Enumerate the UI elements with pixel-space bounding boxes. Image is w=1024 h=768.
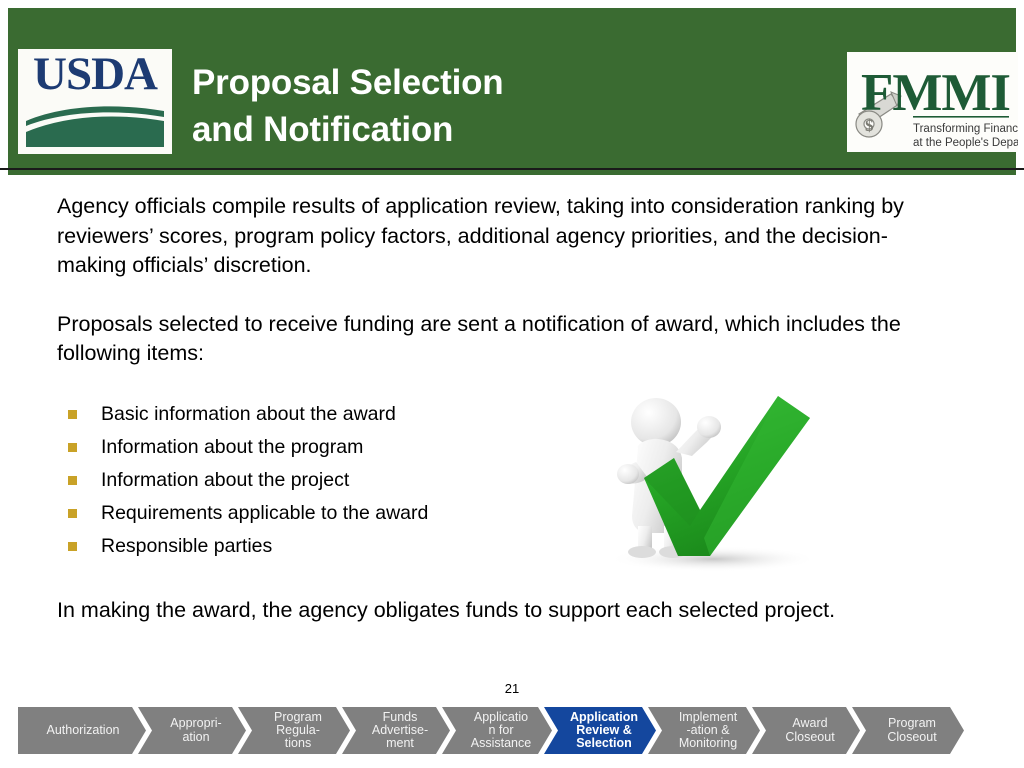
process-step-appropriation[interactable]: Appropri- ation	[138, 707, 246, 754]
process-step-label: Program Regula- tions	[274, 709, 322, 751]
list-item-label: Basic information about the award	[101, 402, 396, 425]
page-title-line-1: Proposal Selection	[192, 63, 504, 102]
process-step-label: Award Closeout	[785, 716, 835, 744]
square-bullet-icon	[68, 442, 77, 452]
list-item-label: Requirements applicable to the award	[101, 501, 429, 524]
grant-lifecycle-process-bar: Authorization Appropri- ation Program Re…	[18, 707, 1010, 754]
usda-logo: USDA	[18, 49, 172, 154]
fmmi-logo: $ FMMI Transforming Financials at the Pe…	[847, 52, 1018, 152]
page-number: 21	[504, 681, 520, 696]
body-paragraph-3-wrap: In making the award, the agency obligate…	[57, 596, 957, 626]
process-step-program-regulations[interactable]: Program Regula- tions	[238, 707, 350, 754]
page-title: Proposal Selection and Notification	[192, 60, 812, 154]
header-divider-rule	[0, 168, 1024, 170]
usda-field-graphic	[26, 99, 164, 147]
svg-text:FMMI: FMMI	[861, 64, 1010, 122]
process-step-implementation-and-monitoring[interactable]: Implement -ation & Monitoring	[648, 707, 760, 754]
process-step-label: Funds Advertise- ment	[371, 709, 429, 751]
page-title-line-2: and Notification	[192, 109, 454, 149]
green-checkmark-figure-image	[578, 386, 836, 574]
process-step-label: Program Closeout	[887, 716, 937, 744]
square-bullet-icon	[68, 475, 77, 485]
svg-text:Transforming Financials: Transforming Financials	[913, 123, 1018, 135]
process-step-application-review-and-selection[interactable]: Application Review & Selection	[544, 707, 656, 754]
list-item-label: Responsible parties	[101, 534, 273, 557]
square-bullet-icon	[68, 541, 77, 551]
process-step-label: Appropri- ation	[170, 716, 222, 744]
body-paragraph-2: Proposals selected to receive funding ar…	[57, 311, 901, 366]
process-step-label: Applicatio n for Assistance	[470, 709, 532, 751]
body-paragraph-1: Agency officials compile results of appl…	[57, 194, 904, 277]
body-paragraph-3: In making the award, the agency obligate…	[57, 598, 836, 622]
square-bullet-icon	[68, 409, 77, 419]
square-bullet-icon	[68, 508, 77, 518]
process-step-authorization[interactable]: Authorization	[18, 707, 146, 754]
process-step-label: Authorization	[46, 722, 120, 737]
list-item-label: Information about the program	[101, 435, 364, 458]
process-step-label: Implement -ation & Monitoring	[678, 709, 738, 751]
process-step-application-for-assistance[interactable]: Applicatio n for Assistance	[442, 707, 552, 754]
list-item-label: Information about the project	[101, 468, 350, 491]
process-step-funds-advertisement[interactable]: Funds Advertise- ment	[342, 707, 450, 754]
svg-text:at the People's Department: at the People's Department	[913, 137, 1018, 149]
process-step-program-closeout[interactable]: Program Closeout	[852, 707, 964, 754]
process-step-award-closeout[interactable]: Award Closeout	[752, 707, 860, 754]
usda-wordmark: USDA	[33, 49, 158, 100]
process-step-label: Application Review & Selection	[569, 709, 639, 751]
